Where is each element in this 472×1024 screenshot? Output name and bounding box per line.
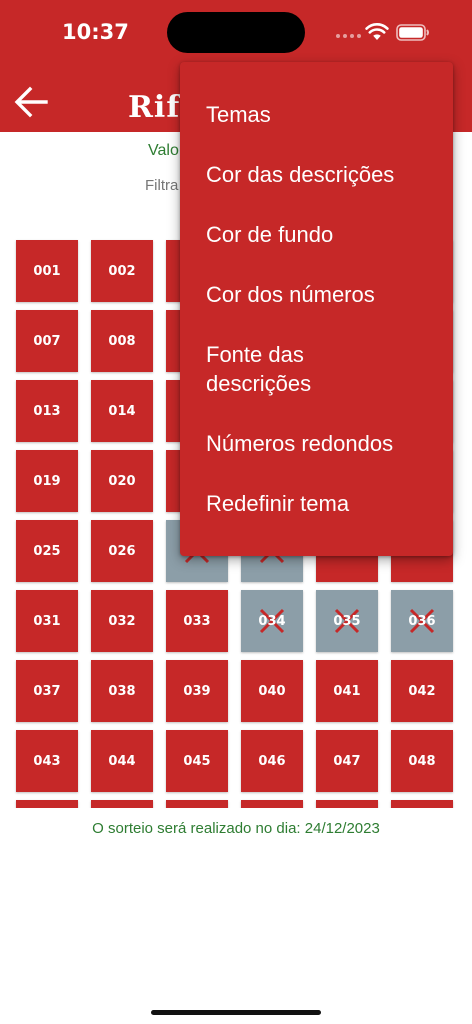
raffle-number-cell[interactable] — [16, 800, 78, 808]
raffle-number-cell[interactable]: 034 — [241, 590, 303, 652]
raffle-number-label: 033 — [183, 613, 211, 629]
menu-item[interactable]: Temas — [180, 100, 453, 129]
draw-date-note: O sorteio será realizado no dia: 24/12/2… — [92, 820, 380, 837]
raffle-number-cell[interactable]: 025 — [16, 520, 78, 582]
raffle-number-label: 041 — [333, 683, 361, 699]
menu-item[interactable]: Cor de fundo — [180, 220, 453, 249]
raffle-number-cell[interactable] — [91, 800, 153, 808]
raffle-number-label: 038 — [108, 683, 136, 699]
raffle-number-label: 013 — [33, 403, 61, 419]
raffle-number-cell[interactable]: 002 — [91, 240, 153, 302]
raffle-number-cell[interactable]: 042 — [391, 660, 453, 722]
raffle-number-cell[interactable]: 008 — [91, 310, 153, 372]
raffle-number-label: 040 — [258, 683, 286, 699]
raffle-number-label: 034 — [258, 613, 286, 629]
raffle-number-label: 036 — [408, 613, 436, 629]
raffle-number-cell[interactable]: 046 — [241, 730, 303, 792]
wifi-icon — [365, 23, 389, 40]
status-time: 10:37 — [62, 20, 129, 44]
raffle-number-cell[interactable]: 044 — [91, 730, 153, 792]
raffle-number-label: 044 — [108, 753, 136, 769]
raffle-number-label: 008 — [108, 333, 136, 349]
menu-item[interactable]: Cor dos números — [180, 280, 453, 309]
raffle-number-cell[interactable]: 039 — [166, 660, 228, 722]
raffle-number-cell[interactable]: 007 — [16, 310, 78, 372]
raffle-number-cell[interactable]: 041 — [316, 660, 378, 722]
raffle-number-cell[interactable]: 013 — [16, 380, 78, 442]
raffle-number-cell[interactable]: 032 — [91, 590, 153, 652]
raffle-number-cell[interactable]: 033 — [166, 590, 228, 652]
raffle-number-label: 007 — [33, 333, 61, 349]
raffle-number-label: 031 — [33, 613, 61, 629]
raffle-number-label: 001 — [33, 263, 61, 279]
raffle-number-cell[interactable]: 047 — [316, 730, 378, 792]
raffle-number-cell[interactable] — [316, 800, 378, 808]
dynamic-island — [167, 12, 305, 53]
raffle-number-cell[interactable] — [241, 800, 303, 808]
value-label: Valo — [148, 142, 179, 159]
raffle-number-label: 025 — [33, 543, 61, 559]
raffle-number-cell[interactable]: 014 — [91, 380, 153, 442]
raffle-number-label: 046 — [258, 753, 286, 769]
raffle-number-cell[interactable]: 045 — [166, 730, 228, 792]
menu-item[interactable]: Fonte das descrições — [180, 340, 380, 398]
raffle-number-label: 019 — [33, 473, 61, 489]
raffle-number-label: 035 — [333, 613, 361, 629]
raffle-number-cell[interactable]: 001 — [16, 240, 78, 302]
raffle-number-label: 043 — [33, 753, 61, 769]
cellular-signal-icon — [336, 34, 361, 38]
raffle-number-cell[interactable]: 038 — [91, 660, 153, 722]
app-title: Rif — [128, 90, 181, 125]
theme-options-menu: Temas Cor das descrições Cor de fundo Cor d… — [180, 62, 453, 556]
raffle-number-cell[interactable]: 019 — [16, 450, 78, 512]
raffle-number-cell[interactable]: 020 — [91, 450, 153, 512]
raffle-number-label: 037 — [33, 683, 61, 699]
raffle-number-label: 045 — [183, 753, 211, 769]
battery-icon — [396, 24, 429, 41]
filter-label[interactable]: Filtra — [145, 177, 178, 194]
menu-item[interactable]: Cor das descrições — [180, 160, 453, 189]
raffle-number-cell[interactable]: 031 — [16, 590, 78, 652]
raffle-number-cell[interactable] — [391, 800, 453, 808]
raffle-number-cell[interactable]: 043 — [16, 730, 78, 792]
raffle-number-label: 032 — [108, 613, 136, 629]
menu-item[interactable]: Redefinir tema — [180, 489, 453, 518]
arrow-left-icon[interactable] — [14, 86, 48, 118]
home-indicator — [151, 1010, 321, 1015]
raffle-number-cell[interactable]: 037 — [16, 660, 78, 722]
raffle-number-cell[interactable]: 036 — [391, 590, 453, 652]
raffle-number-label: 014 — [108, 403, 136, 419]
raffle-number-label: 002 — [108, 263, 136, 279]
raffle-number-label: 048 — [408, 753, 436, 769]
raffle-number-cell[interactable]: 035 — [316, 590, 378, 652]
raffle-number-label: 026 — [108, 543, 136, 559]
raffle-number-cell[interactable]: 048 — [391, 730, 453, 792]
menu-item[interactable]: Números redondos — [180, 429, 453, 458]
raffle-number-label: 020 — [108, 473, 136, 489]
raffle-number-cell[interactable]: 040 — [241, 660, 303, 722]
raffle-number-label: 047 — [333, 753, 361, 769]
screen: 10:37 Rif Valo Filtra 001 002 007 008 013 014… — [0, 0, 472, 1024]
raffle-number-cell[interactable]: 026 — [91, 520, 153, 582]
raffle-number-cell[interactable] — [166, 800, 228, 808]
raffle-number-label: 042 — [408, 683, 436, 699]
raffle-number-label: 039 — [183, 683, 211, 699]
